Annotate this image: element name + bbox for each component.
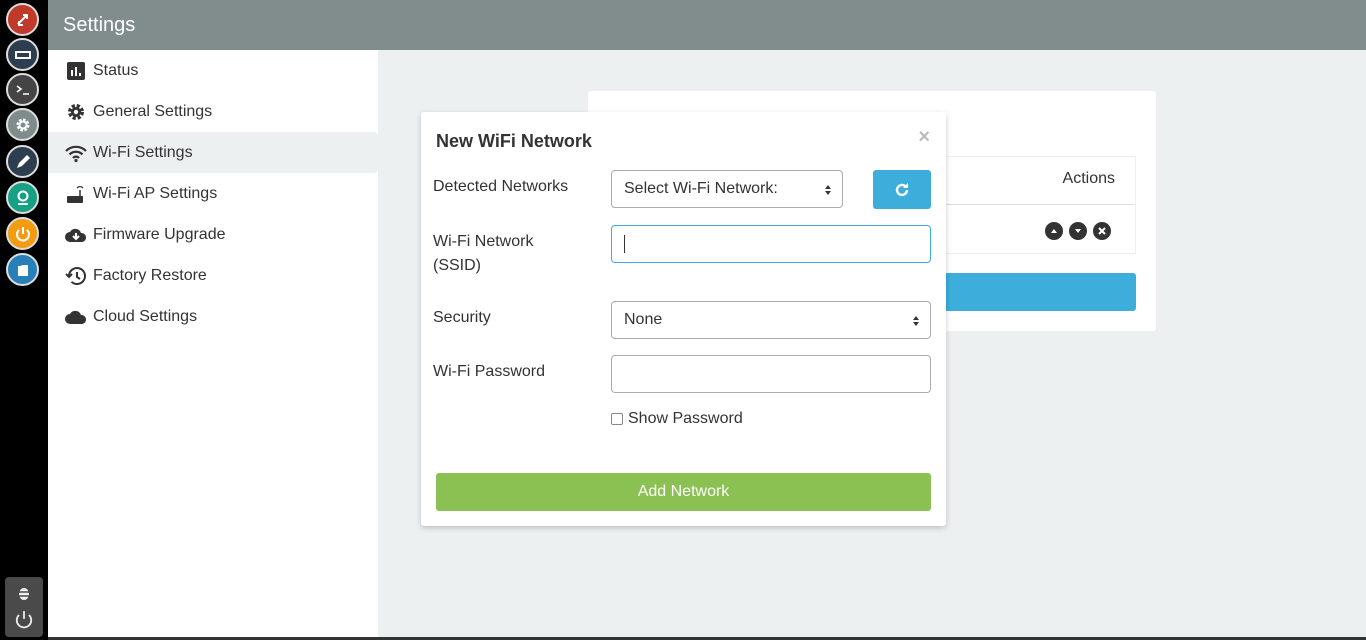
sidebar-item-firmware-upgrade[interactable]: Firmware Upgrade — [48, 214, 378, 255]
show-password-checkbox[interactable]: Show Password — [611, 410, 743, 428]
dock-system-tray — [5, 577, 43, 637]
sidebar-item-label: Wi-Fi AP Settings — [93, 184, 218, 202]
sidebar-item-factory-restore[interactable]: Factory Restore — [48, 255, 378, 296]
security-select[interactable]: None — [611, 301, 931, 339]
sidebar-item-status[interactable]: Status — [48, 50, 378, 91]
ssid-input[interactable] — [611, 225, 931, 263]
terminal-icon — [16, 84, 29, 95]
selected-value: Select Wi-Fi Network: — [624, 180, 778, 197]
select-arrows-icon — [825, 185, 831, 195]
new-wifi-network-dialog: New WiFi Network × Detected Networks Sel… — [421, 112, 946, 526]
sidebar-item-wifi-settings[interactable]: Wi-Fi Settings — [48, 132, 378, 173]
security-label: Security — [433, 309, 491, 326]
detected-networks-label: Detected Networks — [433, 178, 569, 195]
password-label: Wi-Fi Password — [433, 363, 546, 380]
cloud-icon — [65, 310, 87, 324]
app-settings-button[interactable] — [6, 108, 39, 141]
caret-up-icon — [1051, 229, 1057, 233]
sidebar-item-general-settings[interactable]: General Settings — [48, 91, 378, 132]
gear-icon — [16, 118, 29, 131]
move-down-button[interactable] — [1069, 222, 1087, 240]
app-files-button[interactable] — [6, 253, 39, 286]
move-up-button[interactable] — [1045, 222, 1063, 240]
app-dock — [0, 0, 48, 640]
password-input[interactable] — [611, 355, 931, 393]
sidebar-item-label: Factory Restore — [93, 266, 207, 284]
text-cursor — [624, 234, 625, 253]
page-title: Settings — [63, 14, 136, 36]
selected-value: None — [624, 311, 663, 328]
app-editor-button[interactable] — [6, 145, 39, 178]
app-window-button[interactable] — [6, 38, 39, 71]
cloud-download-icon — [65, 228, 87, 242]
sidebar-item-label: Status — [93, 61, 139, 79]
bar-chart-icon — [67, 61, 85, 80]
router-icon — [67, 185, 84, 203]
detected-networks-select[interactable]: Select Wi-Fi Network: — [611, 170, 843, 208]
show-password-label: Show Password — [628, 410, 743, 427]
sidebar-item-label: Wi-Fi Settings — [93, 143, 193, 161]
window-icon — [14, 50, 31, 59]
page-header: Settings — [48, 0, 1366, 50]
webcam-icon — [17, 190, 28, 205]
sidebar-item-cloud-settings[interactable]: Cloud Settings — [48, 296, 378, 337]
delete-network-button[interactable] — [1093, 222, 1111, 240]
actions-column-header: Actions — [1062, 170, 1115, 187]
folder-icon — [17, 264, 28, 276]
bug-icon[interactable] — [15, 584, 33, 602]
power-icon[interactable] — [14, 610, 34, 630]
checkbox-box[interactable] — [611, 413, 623, 425]
sidebar-item-label: Cloud Settings — [93, 307, 198, 325]
sidebar-item-label: General Settings — [93, 102, 213, 120]
dialog-title: New WiFi Network — [436, 131, 592, 151]
gear-icon — [68, 103, 84, 120]
sidebar-item-wifi-ap-settings[interactable]: Wi-Fi AP Settings — [48, 173, 378, 214]
app-terminal-button[interactable] — [6, 73, 39, 106]
add-network-button[interactable]: Add Network — [436, 473, 931, 511]
pencil-icon — [16, 154, 30, 168]
settings-sidebar: Status General Settings Wi-Fi Settings W… — [48, 50, 378, 638]
close-icon — [1098, 227, 1106, 235]
app-power-button[interactable] — [6, 217, 39, 250]
select-arrows-icon — [913, 316, 919, 326]
caret-down-icon — [1075, 229, 1081, 233]
history-icon — [65, 266, 86, 285]
app-transfer-button[interactable] — [6, 3, 39, 36]
ssid-label: Wi-Fi Network (SSID) — [433, 233, 534, 274]
power-icon — [15, 226, 30, 241]
close-button[interactable]: × — [918, 126, 930, 149]
refresh-icon — [895, 182, 909, 196]
sidebar-item-label: Firmware Upgrade — [93, 225, 226, 243]
app-webcam-button[interactable] — [6, 181, 39, 214]
wifi-icon — [65, 145, 87, 162]
transfer-icon — [16, 13, 28, 26]
refresh-networks-button[interactable] — [873, 170, 931, 209]
